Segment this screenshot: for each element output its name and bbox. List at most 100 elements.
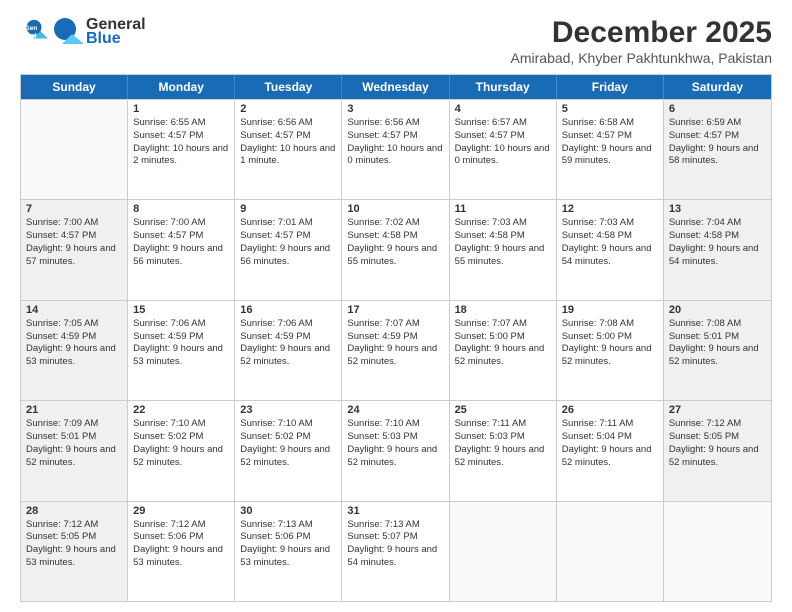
day-number: 12 <box>562 203 658 215</box>
day-number: 17 <box>347 304 443 316</box>
page: Gen eral General Blue December 2025 A <box>0 0 792 612</box>
month-title: December 2025 <box>511 16 772 50</box>
day-number: 25 <box>455 404 551 416</box>
cal-cell-4-1: 29Sunrise: 7:12 AMSunset: 5:06 PMDayligh… <box>128 502 235 601</box>
cal-cell-4-3: 31 Sunrise: 7:13 AMSunset: 5:07 PMDayligh… <box>342 502 449 601</box>
day-number: 13 <box>669 203 766 215</box>
header-day-friday: Friday <box>557 75 664 99</box>
day-number: 30 <box>240 505 336 517</box>
header: Gen eral General Blue December 2025 A <box>20 16 772 66</box>
day-number: 28 <box>26 505 122 517</box>
cell-detail: Sunrise: 7:02 AMSunset: 4:58 PMDaylight:… <box>347 217 443 268</box>
cell-detail: Sunrise: 7:07 AMSunset: 4:59 PMDaylight:… <box>347 318 443 369</box>
logo-text-block: General Blue <box>52 16 146 48</box>
day-number: 15 <box>133 304 229 316</box>
cal-cell-0-2: 2 Sunrise: 6:56 AMSunset: 4:57 PMDaylight… <box>235 100 342 199</box>
cell-detail: Sunrise: 7:09 AMSunset: 5:01 PMDaylight:… <box>26 418 122 469</box>
cal-cell-4-0: 28 Sunrise: 7:12 AMSunset: 5:05 PMDayligh… <box>21 502 128 601</box>
day-number: 18 <box>455 304 551 316</box>
cal-cell-3-2: 23 Sunrise: 7:10 AMSunset: 5:02 PMDayligh… <box>235 401 342 500</box>
day-number: 20 <box>669 304 766 316</box>
calendar-row-1: 7 Sunrise: 7:00 AMSunset: 4:57 PMDaylight… <box>21 199 771 299</box>
cell-detail: Sunrise: 7:13 AMSunset: 5:07 PMDaylight:… <box>347 519 443 570</box>
header-day-tuesday: Tuesday <box>235 75 342 99</box>
day-number: 22 <box>133 404 229 416</box>
header-day-wednesday: Wednesday <box>342 75 449 99</box>
title-block: December 2025 Amirabad, Khyber Pakhtunkh… <box>511 16 772 66</box>
cell-detail: Sunrise: 7:05 AMSunset: 4:59 PMDaylight:… <box>26 318 122 369</box>
cell-detail: Sunrise: 7:08 AMSunset: 5:00 PMDaylight:… <box>562 318 658 369</box>
cal-cell-0-4: 4 Sunrise: 6:57 AMSunset: 4:57 PMDaylight… <box>450 100 557 199</box>
day-number: 9 <box>240 203 336 215</box>
cell-detail: Sunrise: 7:12 AMSunset: 5:05 PMDaylight:… <box>26 519 122 570</box>
cal-cell-2-6: 20 Sunrise: 7:08 AMSunset: 5:01 PMDayligh… <box>664 301 771 400</box>
cal-cell-0-1: 1 Sunrise: 6:55 AMSunset: 4:57 PMDaylight… <box>128 100 235 199</box>
cal-cell-3-3: 24Sunrise: 7:10 AMSunset: 5:03 PMDayligh… <box>342 401 449 500</box>
day-number: 31 <box>347 505 443 517</box>
calendar: SundayMondayTuesdayWednesdayThursdayFrid… <box>20 74 772 602</box>
cell-detail: Sunrise: 7:08 AMSunset: 5:01 PMDaylight:… <box>669 318 766 369</box>
day-number: 1 <box>133 103 229 115</box>
cal-cell-2-1: 15 Sunrise: 7:06 AMSunset: 4:59 PMDayligh… <box>128 301 235 400</box>
logo-svg <box>52 16 84 48</box>
day-number: 6 <box>669 103 766 115</box>
day-number: 24 <box>347 404 443 416</box>
cal-cell-0-6: 6 Sunrise: 6:59 AMSunset: 4:57 PMDaylight… <box>664 100 771 199</box>
cell-detail: Sunrise: 7:11 AMSunset: 5:04 PMDaylight:… <box>562 418 658 469</box>
cell-detail: Sunrise: 7:10 AMSunset: 5:02 PMDaylight:… <box>240 418 336 469</box>
day-number: 26 <box>562 404 658 416</box>
header-day-monday: Monday <box>128 75 235 99</box>
cell-detail: Sunrise: 6:56 AMSunset: 4:57 PMDaylight:… <box>240 117 336 168</box>
cell-detail: Sunrise: 7:03 AMSunset: 4:58 PMDaylight:… <box>562 217 658 268</box>
cell-detail: Sunrise: 6:59 AMSunset: 4:57 PMDaylight:… <box>669 117 766 168</box>
calendar-body: 1 Sunrise: 6:55 AMSunset: 4:57 PMDaylight… <box>21 99 771 601</box>
day-number: 27 <box>669 404 766 416</box>
day-number: 11 <box>455 203 551 215</box>
cal-cell-4-2: 30 Sunrise: 7:13 AMSunset: 5:06 PMDayligh… <box>235 502 342 601</box>
cal-cell-2-3: 17 Sunrise: 7:07 AMSunset: 4:59 PMDayligh… <box>342 301 449 400</box>
calendar-row-3: 21 Sunrise: 7:09 AMSunset: 5:01 PMDayligh… <box>21 400 771 500</box>
day-number: 14 <box>26 304 122 316</box>
cal-cell-2-0: 14 Sunrise: 7:05 AMSunset: 4:59 PMDayligh… <box>21 301 128 400</box>
day-number: 19 <box>562 304 658 316</box>
header-day-thursday: Thursday <box>450 75 557 99</box>
day-number: 2 <box>240 103 336 115</box>
cal-cell-4-4 <box>450 502 557 601</box>
cell-detail: Sunrise: 7:12 AMSunset: 5:05 PMDaylight:… <box>669 418 766 469</box>
cell-detail: Sunrise: 7:13 AMSunset: 5:06 PMDaylight:… <box>240 519 336 570</box>
header-day-sunday: Sunday <box>21 75 128 99</box>
header-day-saturday: Saturday <box>664 75 771 99</box>
cell-detail: Sunrise: 7:04 AMSunset: 4:58 PMDaylight:… <box>669 217 766 268</box>
location: Amirabad, Khyber Pakhtunkhwa, Pakistan <box>511 50 772 66</box>
day-number: 7 <box>26 203 122 215</box>
cal-cell-1-1: 8Sunrise: 7:00 AMSunset: 4:57 PMDaylight… <box>128 200 235 299</box>
cell-detail: Sunrise: 7:07 AMSunset: 5:00 PMDaylight:… <box>455 318 551 369</box>
cell-detail: Sunrise: 6:57 AMSunset: 4:57 PMDaylight:… <box>455 117 551 168</box>
cal-cell-2-2: 16 Sunrise: 7:06 AMSunset: 4:59 PMDayligh… <box>235 301 342 400</box>
calendar-header: SundayMondayTuesdayWednesdayThursdayFrid… <box>21 75 771 99</box>
cal-cell-2-5: 19 Sunrise: 7:08 AMSunset: 5:00 PMDayligh… <box>557 301 664 400</box>
cell-detail: Sunrise: 6:56 AMSunset: 4:57 PMDaylight:… <box>347 117 443 168</box>
cell-detail: Sunrise: 7:06 AMSunset: 4:59 PMDaylight:… <box>133 318 229 369</box>
cell-detail: Sunrise: 7:03 AMSunset: 4:58 PMDaylight:… <box>455 217 551 268</box>
day-number: 21 <box>26 404 122 416</box>
cal-cell-0-0 <box>21 100 128 199</box>
cal-cell-1-0: 7 Sunrise: 7:00 AMSunset: 4:57 PMDaylight… <box>21 200 128 299</box>
cal-cell-3-1: 22Sunrise: 7:10 AMSunset: 5:02 PMDayligh… <box>128 401 235 500</box>
day-number: 10 <box>347 203 443 215</box>
cal-cell-1-2: 9Sunrise: 7:01 AMSunset: 4:57 PMDaylight… <box>235 200 342 299</box>
svg-text:eral: eral <box>25 33 37 40</box>
cal-cell-2-4: 18 Sunrise: 7:07 AMSunset: 5:00 PMDayligh… <box>450 301 557 400</box>
cal-cell-0-5: 5Sunrise: 6:58 AMSunset: 4:57 PMDaylight… <box>557 100 664 199</box>
day-number: 16 <box>240 304 336 316</box>
cell-detail: Sunrise: 7:00 AMSunset: 4:57 PMDaylight:… <box>26 217 122 268</box>
day-number: 4 <box>455 103 551 115</box>
day-number: 23 <box>240 404 336 416</box>
day-number: 3 <box>347 103 443 115</box>
cell-detail: Sunrise: 7:06 AMSunset: 4:59 PMDaylight:… <box>240 318 336 369</box>
logo: Gen eral General Blue <box>20 16 146 48</box>
cell-detail: Sunrise: 6:55 AMSunset: 4:57 PMDaylight:… <box>133 117 229 168</box>
cell-detail: Sunrise: 7:12 AMSunset: 5:06 PMDaylight:… <box>133 519 229 570</box>
cell-detail: Sunrise: 6:58 AMSunset: 4:57 PMDaylight:… <box>562 117 658 168</box>
calendar-row-4: 28 Sunrise: 7:12 AMSunset: 5:05 PMDayligh… <box>21 501 771 601</box>
